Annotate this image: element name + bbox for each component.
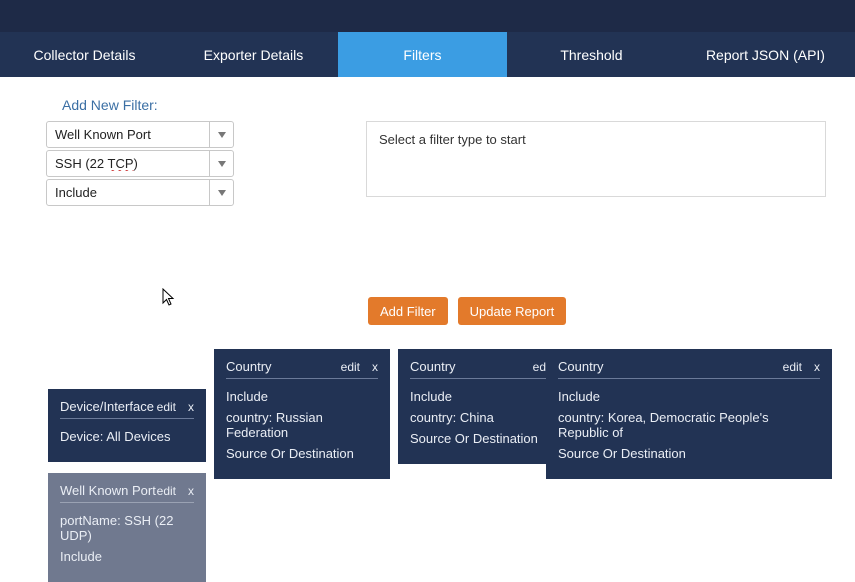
action-buttons: Add Filter Update Report bbox=[368, 297, 566, 325]
card-line: Device: All Devices bbox=[60, 429, 194, 444]
chevron-down-icon bbox=[209, 151, 233, 176]
content-area: Add New Filter: Well Known Port SSH (22 … bbox=[0, 77, 855, 577]
edit-button[interactable]: edit bbox=[157, 400, 176, 414]
filter-type-select[interactable]: Well Known Port bbox=[46, 121, 234, 148]
chevron-down-icon bbox=[209, 180, 233, 205]
tab-threshold[interactable]: Threshold bbox=[507, 32, 676, 77]
edit-button[interactable]: edit bbox=[341, 360, 360, 374]
filter-value-post: ) bbox=[134, 156, 138, 171]
filter-hint-text: Select a filter type to start bbox=[379, 132, 526, 147]
card-line: Source Or Destination bbox=[558, 446, 820, 461]
filter-type-value: Well Known Port bbox=[47, 127, 209, 142]
close-button[interactable]: x bbox=[372, 360, 378, 374]
card-line: Include bbox=[558, 389, 820, 404]
filter-hint-box: Select a filter type to start bbox=[366, 121, 826, 197]
edit-button[interactable]: edit bbox=[157, 484, 176, 498]
card-line: country: Russian Federation bbox=[226, 410, 378, 440]
filter-value-select[interactable]: SSH (22 TCP) bbox=[46, 150, 234, 177]
filter-value-pre: SSH (22 bbox=[55, 156, 108, 171]
card-title: Device/Interface bbox=[60, 399, 154, 414]
card-title: Well Known Port bbox=[60, 483, 156, 498]
filter-value: SSH (22 TCP) bbox=[47, 156, 209, 171]
close-button[interactable]: x bbox=[188, 484, 194, 498]
close-button[interactable]: x bbox=[188, 400, 194, 414]
card-title: Country bbox=[558, 359, 604, 374]
country-filter-card: Country edit x Include country: Russian … bbox=[214, 349, 390, 479]
filter-mode-select[interactable]: Include bbox=[46, 179, 234, 206]
card-title: Country bbox=[226, 359, 272, 374]
tab-filters[interactable]: Filters bbox=[338, 32, 507, 77]
title-band bbox=[0, 0, 855, 32]
tab-collector-details[interactable]: Collector Details bbox=[0, 32, 169, 77]
device-interface-filter-card: Device/Interface edit x Device: All Devi… bbox=[48, 389, 206, 462]
tab-bar: Collector Details Exporter Details Filte… bbox=[0, 32, 855, 77]
tab-report-json-api[interactable]: Report JSON (API) bbox=[676, 32, 855, 77]
well-known-port-filter-card: Well Known Port edit x portName: SSH (22… bbox=[48, 473, 206, 582]
update-report-button[interactable]: Update Report bbox=[458, 297, 567, 325]
filter-mode-value: Include bbox=[47, 185, 209, 200]
card-line: Source Or Destination bbox=[226, 446, 378, 461]
chevron-down-icon bbox=[209, 122, 233, 147]
card-line: country: Korea, Democratic People's Repu… bbox=[558, 410, 820, 440]
add-new-filter-heading: Add New Filter: bbox=[62, 97, 855, 113]
tab-exporter-details[interactable]: Exporter Details bbox=[169, 32, 338, 77]
card-title: Country bbox=[410, 359, 456, 374]
add-filter-button[interactable]: Add Filter bbox=[368, 297, 448, 325]
country-filter-card: Country edit x Include country: Korea, D… bbox=[546, 349, 832, 479]
card-line: Include bbox=[60, 549, 194, 564]
card-line: portName: SSH (22 UDP) bbox=[60, 513, 194, 543]
filter-value-deco: TCP bbox=[108, 156, 134, 171]
card-line: Include bbox=[226, 389, 378, 404]
edit-button[interactable]: edit bbox=[783, 360, 802, 374]
close-button[interactable]: x bbox=[814, 360, 820, 374]
